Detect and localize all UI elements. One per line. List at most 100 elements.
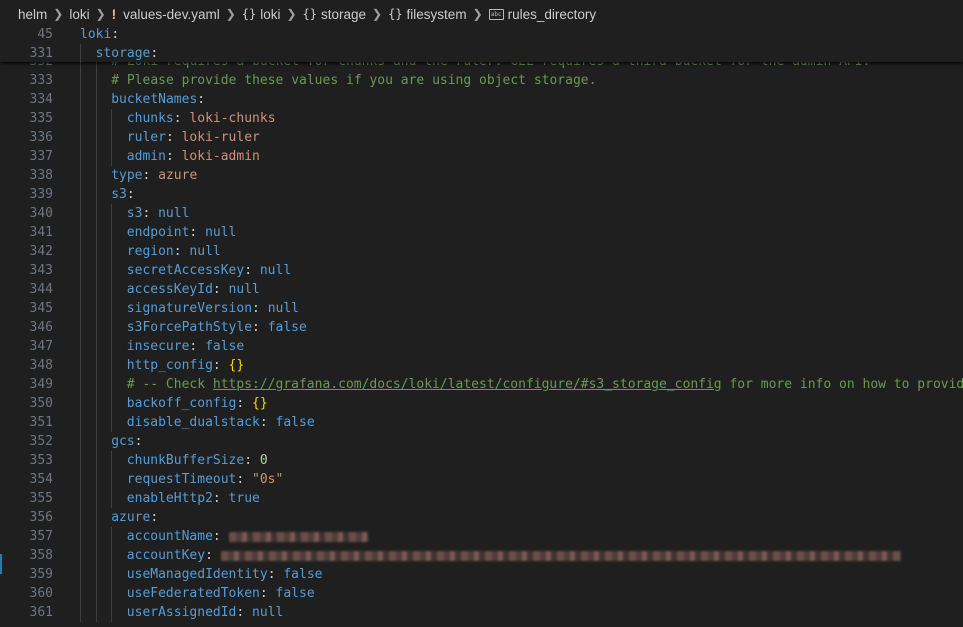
token: # Please provide these values if you are… — [111, 73, 597, 88]
code-line[interactable]: 334 bucketNames: — [0, 90, 963, 109]
token: : — [236, 605, 253, 620]
breadcrumb-item-helm[interactable]: helm — [18, 7, 47, 22]
token: useFederatedToken — [126, 586, 260, 601]
code-line[interactable]: 45 loki: — [0, 25, 963, 44]
indent-guide — [80, 299, 81, 318]
token: enableHttp2 — [126, 491, 213, 506]
code-line[interactable]: 336 ruler: loki-ruler — [0, 128, 963, 147]
indent-guide — [95, 185, 97, 204]
code-line[interactable]: 343 secretAccessKey: null — [0, 261, 963, 280]
token: azure — [158, 168, 198, 183]
token: : — [165, 130, 182, 145]
token: azure — [111, 510, 151, 525]
indent-guide — [80, 166, 81, 185]
token: : — [173, 244, 190, 259]
code-text: s3: — [111, 185, 134, 204]
redacted-value — [220, 550, 901, 561]
code-line[interactable]: 360 useFederatedToken: false — [0, 584, 963, 603]
indent-guide — [95, 166, 97, 185]
code-line[interactable]: 333 # Please provide these values if you … — [0, 71, 963, 90]
breadcrumb-item-filesystem[interactable]: {} filesystem — [388, 7, 466, 22]
code-line[interactable]: 355 enableHttp2: true — [0, 489, 963, 508]
indent-guide — [80, 261, 81, 280]
code-line[interactable]: 354 requestTimeout: "0s" — [0, 470, 963, 489]
code-line[interactable]: 348 http_config: {} — [0, 356, 963, 375]
breadcrumb-item-loki[interactable]: loki — [69, 7, 89, 22]
code-line[interactable]: 339 s3: — [0, 185, 963, 204]
code-line[interactable]: 358 accountKey: — [0, 546, 963, 565]
code-text: admin: loki-admin — [127, 147, 260, 166]
line-number: 45 — [37, 27, 53, 42]
code-line[interactable]: 331 storage: — [0, 44, 963, 63]
token: loki — [80, 27, 112, 42]
code-line[interactable]: 340 s3: null — [0, 204, 963, 223]
indent-guide — [80, 44, 81, 63]
token: : — [236, 472, 253, 487]
code-line[interactable]: 351 disable_dualstack: false — [0, 413, 963, 432]
indent-guide — [95, 584, 97, 603]
line-number: 357 — [29, 529, 53, 544]
indent-guide — [80, 451, 81, 470]
token: null — [267, 301, 299, 316]
token: : — [142, 168, 159, 183]
breadcrumb-item-rules-directory[interactable]: abc rules_directory — [488, 7, 596, 22]
code-text: signatureVersion: null — [127, 299, 299, 318]
object-icon: {} — [241, 7, 257, 21]
code-line[interactable]: 359 useManagedIdentity: false — [0, 565, 963, 584]
code-line[interactable]: 335 chunks: loki-chunks — [0, 109, 963, 128]
code-line[interactable]: 338 type: azure — [0, 166, 963, 185]
line-number: 358 — [29, 548, 53, 563]
code-text: s3: null — [127, 204, 190, 223]
code-line[interactable]: 356 azure: — [0, 508, 963, 527]
indent-guide — [111, 375, 113, 394]
token: false — [275, 415, 315, 430]
code-line[interactable]: 353 chunkBufferSize: 0 — [0, 451, 963, 470]
code-line[interactable]: 341 endpoint: null — [0, 223, 963, 242]
code-line[interactable]: 346 s3ForcePathStyle: false — [0, 318, 963, 337]
indent-guide — [95, 489, 97, 508]
code-line[interactable]: 342 region: null — [0, 242, 963, 261]
token: true — [228, 491, 260, 506]
token: {} — [252, 396, 268, 411]
doc-link[interactable]: https://grafana.com/docs/loki/latest/con… — [213, 377, 722, 392]
token: : — [267, 567, 284, 582]
code-line[interactable]: 345 signatureVersion: null — [0, 299, 963, 318]
token: : — [212, 358, 229, 373]
breadcrumb-item-values-dev-yaml[interactable]: ! values-dev.yaml — [112, 7, 220, 22]
code-line[interactable]: 349 # -- Check https://grafana.com/docs/l… — [0, 375, 963, 394]
code-line[interactable]: 344 accessKeyId: null — [0, 280, 963, 299]
code-text: backoff_config: {} — [127, 394, 268, 413]
code-text: loki: — [80, 25, 119, 44]
indent-guide — [95, 356, 97, 375]
line-number: 349 — [29, 377, 53, 392]
sticky-scroll-header[interactable]: 45 loki: 331 storage: — [0, 24, 963, 63]
chevron-right-icon: ❯ — [286, 7, 297, 21]
token: requestTimeout — [126, 472, 237, 487]
breadcrumb-item-storage[interactable]: {} storage — [303, 7, 366, 22]
code-line[interactable]: 347 insecure: false — [0, 337, 963, 356]
line-number: 338 — [29, 168, 53, 183]
code-text: gcs: — [111, 432, 142, 451]
code-text: insecure: false — [127, 337, 244, 356]
indent-guide — [80, 413, 81, 432]
code-line[interactable]: 361 userAssignedId: null — [0, 603, 963, 622]
breadcrumb-item-loki[interactable]: {} loki — [242, 7, 281, 22]
token: false — [267, 320, 307, 335]
code-line[interactable]: 357 accountName: — [0, 527, 963, 546]
indent-guide — [111, 261, 113, 280]
breadcrumb-label: loki — [260, 6, 281, 22]
token: chunks — [126, 111, 174, 126]
code-text: chunks: loki-chunks — [127, 109, 276, 128]
code-editor[interactable]: 45loki:331storage: 332# Loki requires a … — [0, 24, 963, 627]
indent-guide — [111, 413, 113, 432]
code-line[interactable]: 352 gcs: — [0, 432, 963, 451]
code-line[interactable]: 350 backoff_config: {} — [0, 394, 963, 413]
code-line[interactable]: 337 admin: loki-admin — [0, 147, 963, 166]
object-icon: {} — [388, 7, 403, 21]
indent-guide — [95, 109, 97, 128]
code-text: accessKeyId: null — [127, 280, 260, 299]
token: null — [205, 225, 237, 240]
token: : — [134, 434, 143, 449]
indent-guide — [80, 603, 81, 622]
indent-guide — [95, 470, 97, 489]
